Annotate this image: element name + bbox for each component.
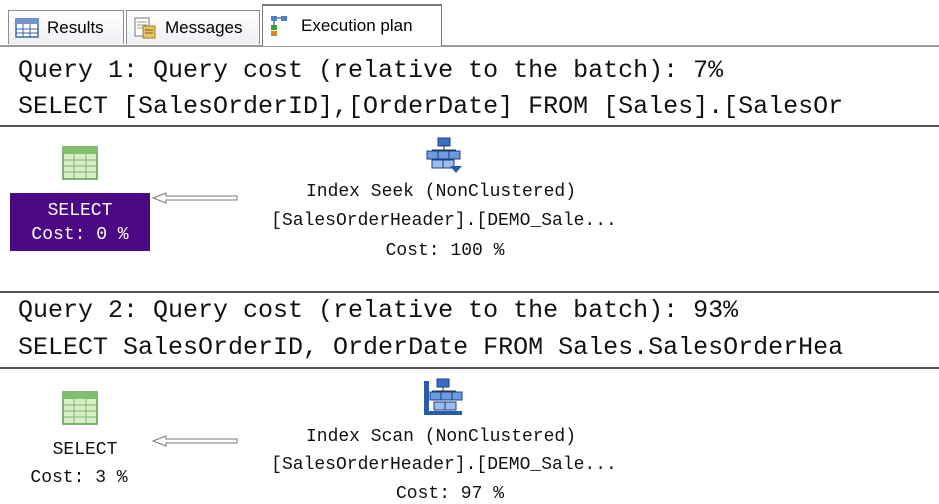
select-node-label-query-2[interactable]: SELECT	[30, 440, 140, 460]
operator-object-query-2: [SalesOrderHeader].[DEMO_Sale...	[271, 455, 617, 475]
tab-execution-plan-label: Execution plan	[301, 16, 413, 35]
select-node-icon[interactable]	[62, 146, 98, 180]
operator-name-query-1[interactable]: Index Seek (NonClustered)	[246, 182, 636, 202]
query-2-top-separator	[0, 291, 939, 293]
query-1-separator	[0, 125, 939, 127]
tab-execution-plan[interactable]: Execution plan	[262, 4, 442, 46]
tab-results-label: Results	[47, 17, 104, 37]
result-tab-bar: Results Messages Execution plan	[0, 0, 939, 47]
operator-cost-query-2: Cost: 97 %	[395, 484, 505, 504]
select-node-cost-query-2: Cost: 3 %	[30, 468, 128, 488]
flow-arrow-2	[152, 435, 238, 447]
query-2-separator	[0, 367, 939, 369]
operator-cost-query-1: Cost: 100 %	[385, 241, 505, 261]
query-2-sql: SELECT SalesOrderID, OrderDate FROM Sale…	[18, 333, 844, 362]
results-grid-icon	[15, 17, 39, 38]
select-node-label: SELECT	[47, 201, 113, 221]
select-node-query-1[interactable]: SELECT Cost: 0 %	[10, 193, 150, 251]
operator-object-query-1: [SalesOrderHeader].[DEMO_Sale...	[271, 211, 617, 231]
query-1-sql: SELECT [SalesOrderID],[OrderDate] FROM […	[18, 92, 844, 121]
select-node-cost: Cost: 0 %	[31, 225, 129, 245]
messages-icon	[134, 17, 156, 38]
tab-bar-baseline	[0, 45, 939, 47]
execution-plan-icon	[271, 16, 287, 36]
query-1-header: Query 1: Query cost (relative to the bat…	[18, 56, 724, 85]
tab-results[interactable]: Results	[8, 10, 124, 44]
select-node-icon[interactable]	[62, 391, 98, 425]
index-seek-icon[interactable]	[424, 136, 464, 174]
flow-arrow-1	[152, 192, 238, 204]
tab-messages[interactable]: Messages	[126, 10, 260, 44]
query-2-header: Query 2: Query cost (relative to the bat…	[18, 296, 739, 325]
index-scan-icon[interactable]	[422, 377, 464, 417]
operator-name-query-2[interactable]: Index Scan (NonClustered)	[246, 427, 636, 447]
tab-messages-label: Messages	[165, 17, 243, 37]
